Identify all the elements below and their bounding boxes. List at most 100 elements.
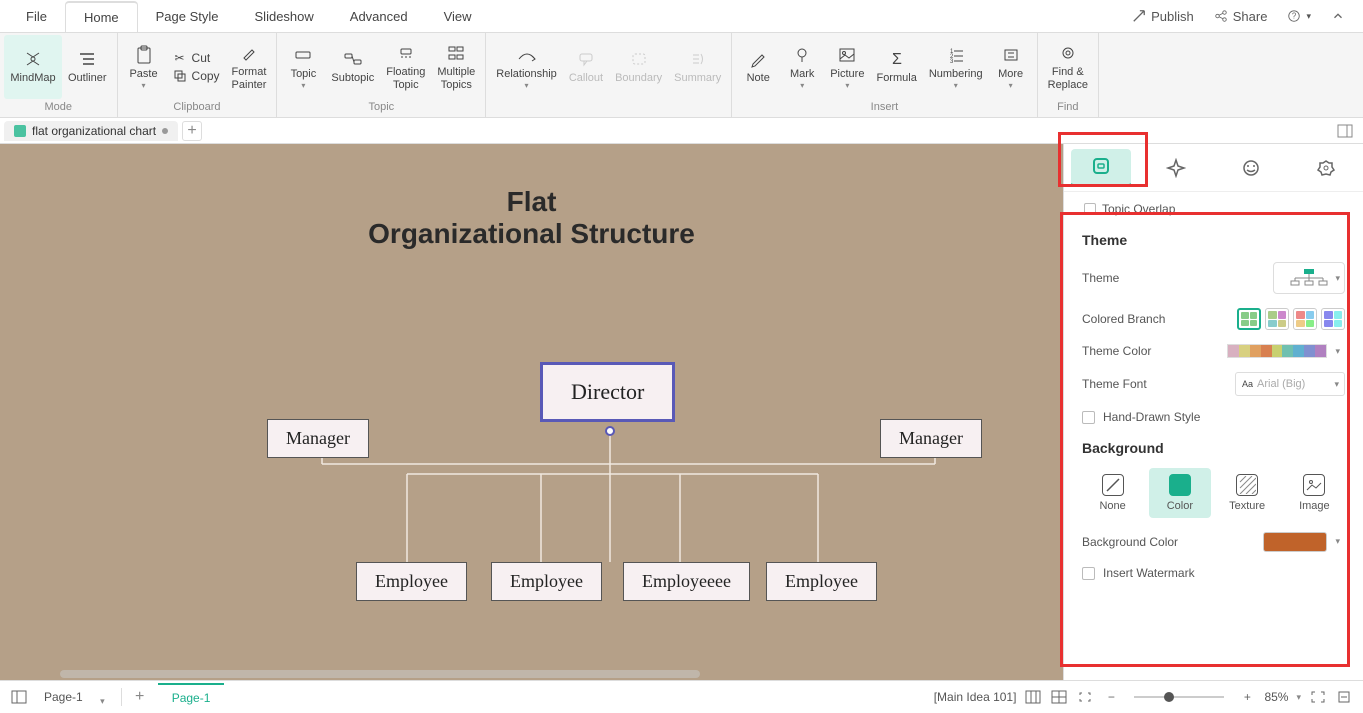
panel-tab-emoji[interactable] xyxy=(1221,149,1281,187)
node-handle[interactable] xyxy=(605,426,615,436)
theme-section-title: Theme xyxy=(1082,232,1345,248)
mode-group-label: Mode xyxy=(4,99,113,115)
pages-panel-button[interactable] xyxy=(10,688,28,706)
theme-font-selector[interactable]: Aa Arial (Big) ▾ xyxy=(1235,372,1345,396)
multiple-topics-button[interactable]: Multiple Topics xyxy=(431,35,481,99)
zoom-slider[interactable] xyxy=(1134,696,1224,698)
cut-button[interactable]: ✂Cut xyxy=(166,49,226,67)
horizontal-scrollbar[interactable] xyxy=(60,670,700,678)
branch-style-2[interactable] xyxy=(1265,308,1289,330)
node-director[interactable]: Director xyxy=(540,362,675,422)
topic-button[interactable]: Topic ▾ xyxy=(281,35,325,99)
colored-branch-label: Colored Branch xyxy=(1082,312,1237,326)
callout-button[interactable]: Callout xyxy=(563,35,609,99)
theme-color-label: Theme Color xyxy=(1082,344,1227,358)
menu-file[interactable]: File xyxy=(8,2,65,31)
page-tab[interactable]: Page-1 xyxy=(158,683,225,711)
topic-overlap-checkbox[interactable]: Topic Overlap xyxy=(1082,202,1345,216)
branch-style-3[interactable] xyxy=(1293,308,1317,330)
svg-text:?: ? xyxy=(1292,12,1297,21)
formula-button[interactable]: Σ Formula xyxy=(870,35,922,99)
fit-view-button[interactable] xyxy=(1076,688,1094,706)
panel-tab-settings[interactable] xyxy=(1296,149,1356,187)
fullscreen-button[interactable] xyxy=(1309,688,1327,706)
menu-page-style[interactable]: Page Style xyxy=(138,2,237,31)
boundary-button[interactable]: Boundary xyxy=(609,35,668,99)
mark-button[interactable]: Mark ▾ xyxy=(780,35,824,99)
app-icon xyxy=(14,125,26,137)
theme-selector[interactable]: ▾ xyxy=(1273,262,1345,294)
svg-text:Σ: Σ xyxy=(892,51,902,68)
view-mode-2[interactable] xyxy=(1050,688,1068,706)
bg-color-swatch[interactable]: ▾ xyxy=(1263,532,1327,552)
add-tab-button[interactable]: + xyxy=(182,121,202,141)
node-employee-4[interactable]: Employee xyxy=(766,562,877,601)
theme-font-label: Theme Font xyxy=(1082,377,1235,391)
node-employee-3[interactable]: Employeeee xyxy=(623,562,750,601)
node-employee-1[interactable]: Employee xyxy=(356,562,467,601)
side-panel: Topic Overlap Theme Theme ▾ Colored Bran… xyxy=(1063,144,1363,680)
paste-button[interactable]: Paste ▾ xyxy=(122,35,166,99)
document-tab[interactable]: flat organizational chart xyxy=(4,121,178,141)
add-page-button[interactable]: + xyxy=(130,687,150,707)
bg-color-label: Background Color xyxy=(1082,535,1263,549)
hand-drawn-checkbox[interactable]: Hand-Drawn Style xyxy=(1082,410,1345,424)
topic-group-label: Topic xyxy=(281,99,481,115)
collapse-ribbon-button[interactable] xyxy=(1321,9,1355,23)
node-manager-2[interactable]: Manager xyxy=(880,419,982,458)
bg-image-button[interactable]: Image xyxy=(1284,468,1345,518)
node-manager-1[interactable]: Manager xyxy=(267,419,369,458)
share-label: Share xyxy=(1233,9,1268,24)
find-group-label: Find xyxy=(1042,99,1094,115)
node-employee-2[interactable]: Employee xyxy=(491,562,602,601)
insert-group-label: Insert xyxy=(736,99,1032,115)
note-button[interactable]: Note xyxy=(736,35,780,99)
panel-toggle-button[interactable] xyxy=(1331,122,1359,140)
menu-view[interactable]: View xyxy=(426,2,490,31)
canvas-title: Flat Organizational Structure xyxy=(368,186,695,250)
branch-style-4[interactable] xyxy=(1321,308,1345,330)
outliner-mode-button[interactable]: Outliner xyxy=(62,35,113,99)
canvas[interactable]: Flat Organizational Structure Director M… xyxy=(0,144,1063,680)
document-tab-strip: flat organizational chart + xyxy=(0,118,1363,144)
mindmap-mode-button[interactable]: MindMap xyxy=(4,35,62,99)
menu-advanced[interactable]: Advanced xyxy=(332,2,426,31)
branch-style-1[interactable] xyxy=(1237,308,1261,330)
ribbon: MindMap Outliner Mode Paste ▾ ✂Cut Copy … xyxy=(0,33,1363,118)
summary-button[interactable]: Summary xyxy=(668,35,727,99)
menu-slideshow[interactable]: Slideshow xyxy=(237,2,332,31)
theme-color-selector[interactable]: ▾ xyxy=(1227,344,1327,358)
help-button[interactable]: ? ▾ xyxy=(1277,9,1321,23)
menu-home[interactable]: Home xyxy=(65,1,138,32)
status-bar: Page-1 ▾ + Page-1 [Main Idea 101] − + 85… xyxy=(0,680,1363,713)
bg-color-button[interactable]: Color xyxy=(1149,468,1210,518)
zoom-in-button[interactable]: + xyxy=(1238,688,1256,706)
share-button[interactable]: Share xyxy=(1204,9,1278,24)
copy-button[interactable]: Copy xyxy=(166,67,226,85)
zoom-out-button[interactable]: − xyxy=(1102,688,1120,706)
find-replace-button[interactable]: Find & Replace xyxy=(1042,35,1094,99)
document-name: flat organizational chart xyxy=(32,124,156,138)
watermark-checkbox[interactable]: Insert Watermark xyxy=(1082,566,1345,580)
view-mode-1[interactable] xyxy=(1024,688,1042,706)
publish-button[interactable]: Publish xyxy=(1122,9,1204,24)
picture-button[interactable]: Picture ▾ xyxy=(824,35,870,99)
bg-texture-button[interactable]: Texture xyxy=(1217,468,1278,518)
bg-none-button[interactable]: None xyxy=(1082,468,1143,518)
panel-tab-page[interactable] xyxy=(1071,149,1131,187)
subtopic-button[interactable]: Subtopic xyxy=(325,35,380,99)
page-select[interactable]: Page-1 ▾ xyxy=(36,690,113,704)
side-panel-tabs xyxy=(1064,144,1363,192)
relationship-button[interactable]: Relationship ▾ xyxy=(490,35,563,99)
collapse-button[interactable] xyxy=(1335,688,1353,706)
publish-label: Publish xyxy=(1151,9,1194,24)
format-painter-button[interactable]: Format Painter xyxy=(226,35,273,99)
floating-topic-button[interactable]: Floating Topic xyxy=(380,35,431,99)
menu-bar: File Home Page Style Slideshow Advanced … xyxy=(0,0,1363,33)
zoom-level[interactable]: 85% xyxy=(1264,690,1288,704)
more-button[interactable]: More ▾ xyxy=(989,35,1033,99)
numbering-button[interactable]: 123 Numbering ▾ xyxy=(923,35,989,99)
panel-tab-ai[interactable] xyxy=(1146,149,1206,187)
unsaved-indicator xyxy=(162,128,168,134)
main-idea-status: [Main Idea 101] xyxy=(934,690,1017,704)
